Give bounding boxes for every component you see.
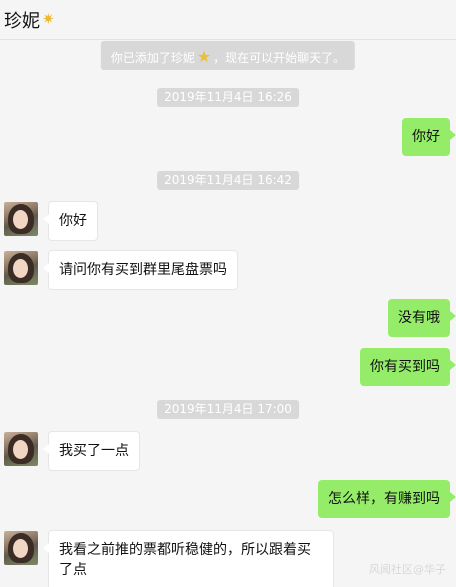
contact-avatar[interactable] [4, 251, 38, 285]
contact-avatar[interactable] [4, 432, 38, 466]
message-bubble-outgoing[interactable]: 怎么样，有赚到吗 [318, 480, 456, 518]
message-bubble-incoming[interactable]: 你好 [43, 201, 98, 241]
chat-header: 珍妮 ✷ [0, 0, 456, 40]
timestamp: 2019年11月4日 17:00 [157, 400, 299, 419]
watermark: 风闻社区@华子 [369, 563, 446, 576]
message-bubble-incoming[interactable]: 我买了一点 [43, 431, 140, 471]
message-bubble-incoming[interactable]: 请问你有买到群里尾盘票吗 [43, 250, 238, 290]
chat-title[interactable]: 珍妮 [4, 7, 40, 33]
contact-avatar[interactable] [4, 531, 38, 565]
timestamp: 2019年11月4日 16:42 [157, 171, 299, 190]
star-icon: ★ [196, 47, 212, 66]
system-notice: 你已添加了珍妮 ★ ，现在可以开始聊天了。 [100, 41, 356, 70]
message-bubble-incoming[interactable]: 我看之前推的票都听稳健的，所以跟着买了点 [43, 530, 334, 587]
message-bubble-outgoing[interactable]: 没有哦 [388, 299, 456, 337]
system-notice-text-before: 你已添加了珍妮 [110, 51, 195, 65]
message-bubble-outgoing[interactable]: 你有买到吗 [360, 348, 456, 386]
message-bubble-outgoing[interactable]: 你好 [402, 118, 456, 156]
contact-avatar[interactable] [4, 202, 38, 236]
star-icon: ✷ [42, 9, 55, 28]
system-notice-text-after: ，现在可以开始聊天了。 [213, 51, 346, 65]
timestamp: 2019年11月4日 16:26 [157, 88, 299, 107]
